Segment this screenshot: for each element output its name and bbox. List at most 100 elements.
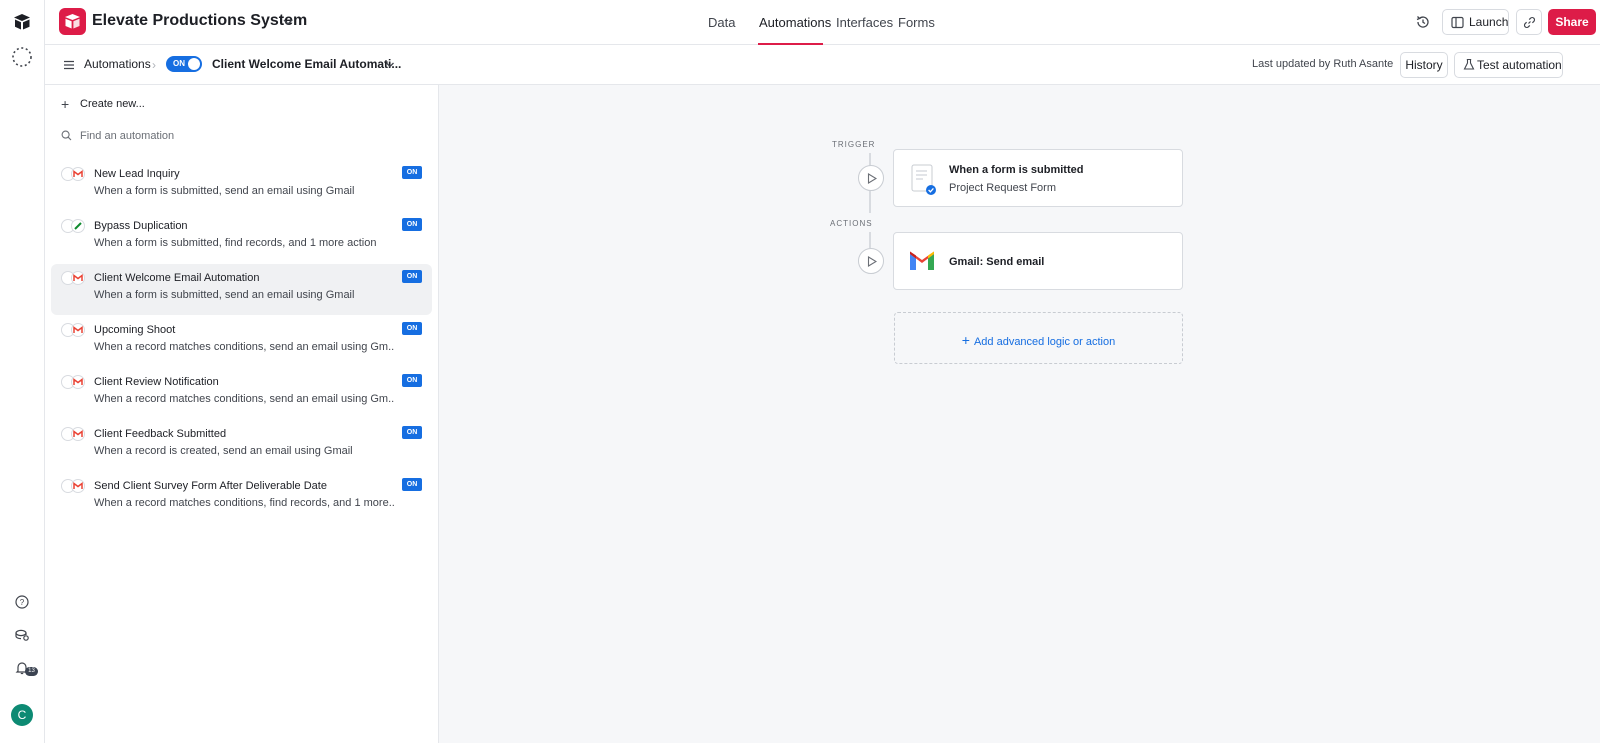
automation-list-panel: + Create new... Find an automation New L… xyxy=(45,85,439,743)
item-step-icons xyxy=(61,167,89,181)
tab-data[interactable]: Data xyxy=(708,15,735,30)
item-description: When a record matches conditions, send a… xyxy=(94,341,394,353)
trigger-title: When a form is submitted xyxy=(949,164,1084,176)
gmail-icon xyxy=(71,375,85,389)
automation-title[interactable]: Client Welcome Email Automati... xyxy=(212,57,401,71)
base-name[interactable]: Elevate Productions System xyxy=(92,12,307,30)
item-title: Bypass Duplication xyxy=(94,220,188,232)
last-updated-text: Last updated by Ruth Asante xyxy=(1252,58,1394,70)
item-title: Client Review Notification xyxy=(94,376,219,388)
automation-list-item[interactable]: Upcoming Shoot When a record matches con… xyxy=(51,316,432,367)
link-icon xyxy=(1524,17,1535,28)
tab-forms[interactable]: Forms xyxy=(898,15,935,30)
gmail-icon xyxy=(71,167,85,181)
item-description: When a record matches conditions, find r… xyxy=(94,497,394,509)
action-title: Gmail: Send email xyxy=(949,256,1045,268)
automation-list-item[interactable]: Client Welcome Email Automation When a f… xyxy=(51,264,432,315)
copy-link-button[interactable] xyxy=(1516,9,1542,35)
item-description: When a form is submitted, send an email … xyxy=(94,185,355,197)
gmail-icon xyxy=(71,323,85,337)
chevron-down-icon[interactable] xyxy=(384,59,396,71)
marketplace-icon[interactable] xyxy=(14,627,30,643)
item-description: When a form is submitted, find records, … xyxy=(94,237,377,249)
pencil-icon xyxy=(71,219,85,233)
actions-section-label: ACTIONS xyxy=(830,219,873,228)
status-badge: ON xyxy=(402,218,422,231)
help-icon[interactable]: ? xyxy=(14,594,30,610)
search-icon xyxy=(61,130,72,141)
toggle-label: ON xyxy=(173,59,185,68)
status-badge: ON xyxy=(402,270,422,283)
status-badge: ON xyxy=(402,322,422,335)
item-step-icons xyxy=(61,219,89,233)
tab-automations[interactable]: Automations xyxy=(759,15,831,30)
gmail-icon xyxy=(910,251,934,270)
action-card[interactable]: Gmail: Send email xyxy=(893,232,1183,290)
airtable-logo-icon[interactable] xyxy=(12,12,32,32)
automation-list-item[interactable]: Client Feedback Submitted When a record … xyxy=(51,420,432,471)
connector-line xyxy=(869,232,871,248)
trigger-card[interactable]: When a form is submitted Project Request… xyxy=(893,149,1183,207)
share-button[interactable]: Share xyxy=(1548,9,1596,35)
svg-text:?: ? xyxy=(20,598,25,607)
launch-button[interactable]: Launch xyxy=(1442,9,1509,35)
chevron-down-icon[interactable] xyxy=(281,15,295,29)
run-action-button[interactable] xyxy=(858,248,884,274)
tab-interfaces[interactable]: Interfaces xyxy=(836,15,893,30)
automation-on-toggle[interactable]: ON xyxy=(166,56,202,72)
trigger-subtitle: Project Request Form xyxy=(949,182,1056,194)
play-icon xyxy=(867,256,877,267)
automation-header: Automations › ON Client Welcome Email Au… xyxy=(45,45,1600,85)
item-step-icons xyxy=(61,323,89,337)
breadcrumb-automations[interactable]: Automations xyxy=(84,57,151,71)
find-automation-search[interactable]: Find an automation xyxy=(61,128,421,144)
gmail-icon xyxy=(71,427,85,441)
item-title: Send Client Survey Form After Deliverabl… xyxy=(94,480,327,492)
item-description: When a record matches conditions, send a… xyxy=(94,393,394,405)
item-step-icons xyxy=(61,427,89,441)
hamburger-menu-icon[interactable] xyxy=(63,59,75,71)
create-new-label: Create new... xyxy=(80,98,145,110)
left-rail: ? 13 C xyxy=(0,0,45,743)
launch-icon xyxy=(1451,16,1464,29)
launch-label: Launch xyxy=(1469,15,1509,29)
gmail-icon xyxy=(71,479,85,493)
item-step-icons xyxy=(61,271,89,285)
base-logo-icon[interactable] xyxy=(59,8,86,35)
loading-spinner-icon xyxy=(12,47,32,67)
item-title: Client Welcome Email Automation xyxy=(94,272,260,284)
search-placeholder: Find an automation xyxy=(80,130,175,142)
automation-list-item[interactable]: Client Review Notification When a record… xyxy=(51,368,432,419)
history-icon[interactable] xyxy=(1414,13,1432,31)
add-logic-label: + Add advanced logic or action xyxy=(895,332,1182,348)
flask-icon xyxy=(1463,58,1475,70)
automation-canvas: TRIGGER When a form is submitted Project… xyxy=(439,85,1600,743)
item-title: Client Feedback Submitted xyxy=(94,428,227,440)
play-icon xyxy=(867,173,877,184)
test-automation-button[interactable]: Test automation xyxy=(1454,52,1563,78)
status-badge: ON xyxy=(402,426,422,439)
automation-list-item[interactable]: Send Client Survey Form After Deliverabl… xyxy=(51,472,432,523)
test-automation-label: Test automation xyxy=(1477,58,1562,72)
toggle-knob xyxy=(188,58,200,70)
plus-icon: + xyxy=(961,332,970,348)
automation-list-item[interactable]: Bypass Duplication When a form is submit… xyxy=(51,212,432,263)
item-step-icons xyxy=(61,375,89,389)
status-badge: ON xyxy=(402,478,422,491)
notification-count-badge: 13 xyxy=(25,667,38,676)
plus-icon: + xyxy=(61,96,70,112)
item-title: New Lead Inquiry xyxy=(94,168,180,180)
status-badge: ON xyxy=(402,374,422,387)
run-trigger-button[interactable] xyxy=(858,165,884,191)
add-logic-or-action-button[interactable]: + Add advanced logic or action xyxy=(894,312,1183,364)
item-description: When a record is created, send an email … xyxy=(94,445,353,457)
gmail-icon xyxy=(71,271,85,285)
item-title: Upcoming Shoot xyxy=(94,324,176,336)
user-avatar[interactable]: C xyxy=(11,704,33,726)
connector-line xyxy=(869,191,871,213)
history-button[interactable]: History xyxy=(1400,52,1448,78)
automation-list-item[interactable]: New Lead Inquiry When a form is submitte… xyxy=(51,160,432,211)
item-step-icons xyxy=(61,479,89,493)
trigger-section-label: TRIGGER xyxy=(832,140,876,149)
top-bar: Elevate Productions System Data Automati… xyxy=(45,0,1600,45)
